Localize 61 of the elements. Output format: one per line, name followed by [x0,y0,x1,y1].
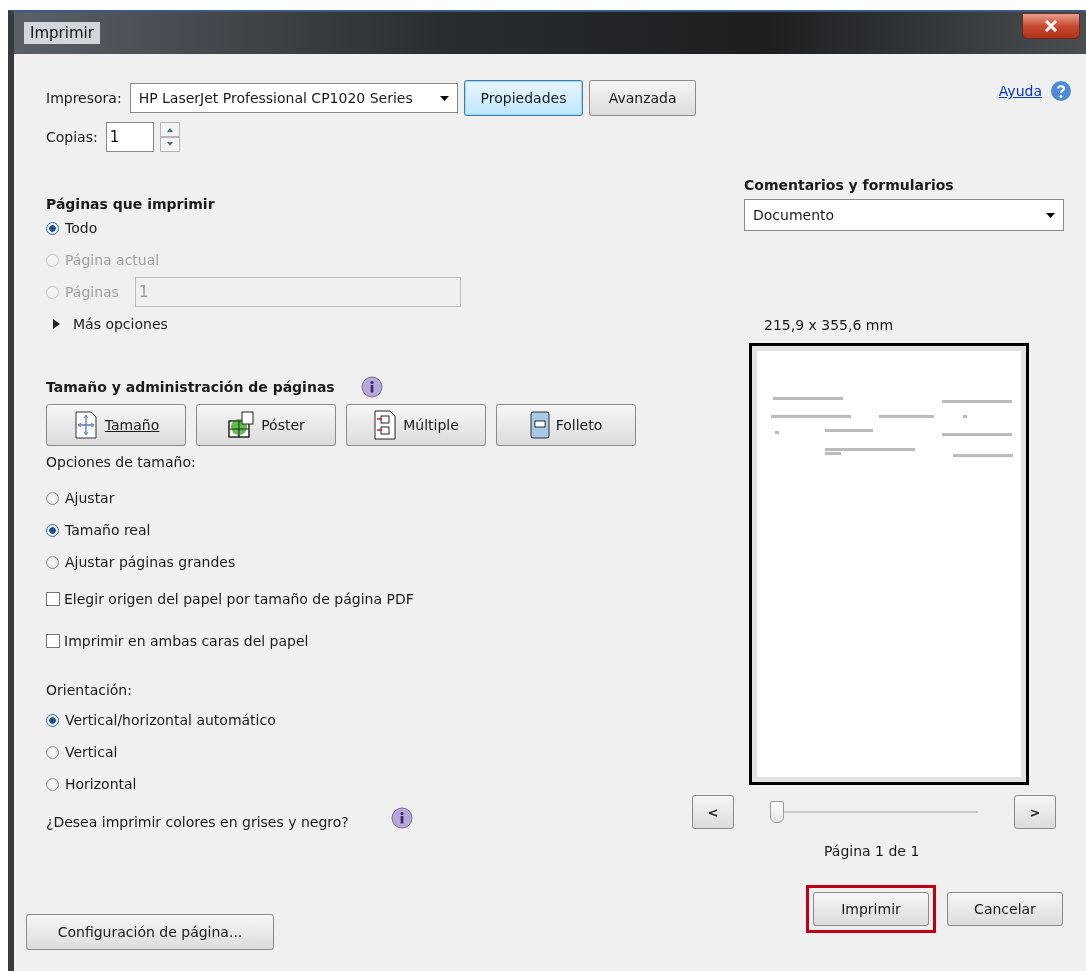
section-heading: Comentarios y formularios [744,177,955,193]
option-label: Tamaño real [65,522,151,538]
caret-icon [1046,212,1055,218]
expand-triangle-icon [52,319,61,329]
page-setup-button[interactable]: Configuración de página... [26,914,274,950]
printer-button[interactable]: Propiedades [463,80,584,116]
dialog-action-button[interactable]: Cancelar [947,892,1063,926]
printer-dropdown[interactable]: HP LaserJet Professional CP1020 Series [129,83,458,113]
checkbox-label: Imprimir en ambas caras del papel [64,633,309,649]
radio-button[interactable] [46,777,59,791]
help-icon[interactable] [1050,80,1072,102]
info-icon[interactable] [360,376,383,398]
copies-field[interactable]: 1 [105,122,154,152]
next-page-button[interactable]: > [1014,795,1056,829]
booklet-icon [529,411,550,439]
grayscale-question: ¿Desea imprimir colores en grises y negro? [46,814,349,830]
comments-dropdown[interactable]: Documento [744,199,1064,231]
option-label: Páginas [65,284,119,300]
page-dimensions: 215,9 x 355,6 mm [764,317,895,333]
info-icon[interactable] [390,807,413,829]
radio-button[interactable] [46,523,59,537]
page-mode-button[interactable]: Folleto [496,404,636,446]
checkbox-label: Elegir origen del papel por tamaño de página PDF [64,591,414,607]
option-label: Página actual [65,252,160,268]
copies-label: Copias: [46,129,98,145]
option-label: Vertical [65,744,118,760]
printer-button[interactable]: Avanzada [589,80,696,116]
option-label: Vertical/horizontal automático [65,712,276,728]
resize-arrows-icon [72,411,99,439]
spinner-control[interactable] [159,122,180,152]
multiple-pages-icon [373,410,398,440]
radio-button[interactable] [46,491,59,505]
page-mode-button[interactable]: Póster [196,404,336,446]
close-button[interactable] [1022,13,1080,39]
dialog-action-button[interactable]: Imprimir [813,892,929,926]
page-mode-button[interactable]: Tamaño [46,404,186,446]
previous-page-button[interactable]: < [692,795,734,829]
radio-button[interactable] [46,555,59,569]
option-label: Horizontal [65,776,137,792]
tiled-pages-icon [227,411,256,439]
slider-thumb[interactable] [770,801,784,823]
option-label: Ajustar páginas grandes [65,554,236,570]
close-icon [1044,20,1058,32]
radio-button[interactable] [46,713,59,727]
option-label: Ajustar [65,490,115,506]
section-heading: Páginas que imprimir [46,196,216,212]
radio-button[interactable] [46,221,59,235]
caret-icon [439,95,449,101]
printer-label: Impresora: [46,90,122,106]
window-title: Imprimir [24,22,100,44]
checkbox[interactable] [46,592,60,606]
help-link[interactable]: Ayuda [998,83,1042,99]
section-heading: Tamaño y administración de páginas [46,379,335,395]
page-mode-button[interactable]: Múltiple [346,404,486,446]
option-label: Todo [65,220,98,236]
radio-button[interactable] [46,745,59,759]
more-options-toggle[interactable]: Más opciones [52,308,696,340]
size-options-label: Opciones de tamaño: [46,454,197,470]
checkbox[interactable] [46,634,60,648]
orientation-label: Orientación: [46,682,133,698]
page-counter: Página 1 de 1 [824,843,921,859]
